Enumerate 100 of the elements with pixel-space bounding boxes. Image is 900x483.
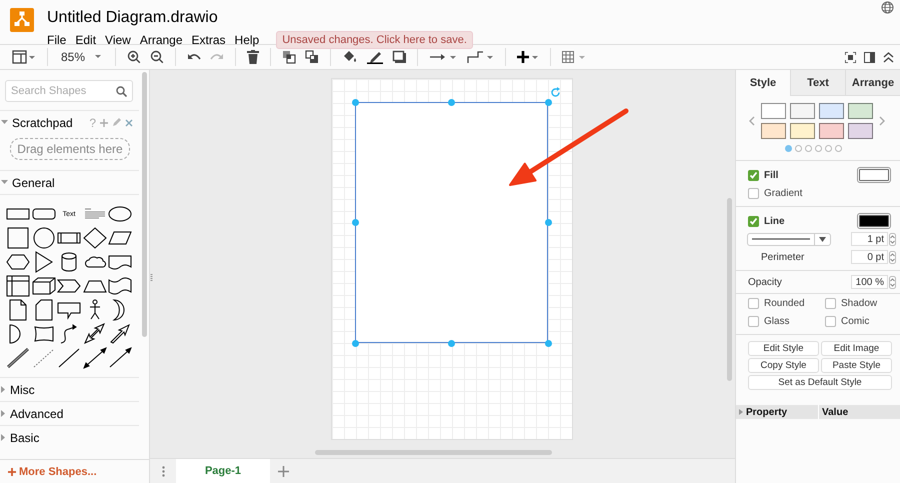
section-title[interactable]: Advanced <box>10 406 64 420</box>
circle-icon[interactable] <box>32 227 56 249</box>
fill-color-button[interactable] <box>857 167 891 183</box>
line-color-icon[interactable] <box>367 50 384 64</box>
splitter-handle-icon[interactable] <box>150 274 153 282</box>
layout-icon[interactable] <box>12 49 36 65</box>
stepper-icon[interactable] <box>889 250 896 264</box>
rectangle-shape[interactable] <box>355 102 548 343</box>
to-front-icon[interactable] <box>282 50 296 64</box>
style-swatch[interactable] <box>848 103 873 119</box>
page-dot[interactable] <box>805 145 812 152</box>
connection-arrow-icon[interactable] <box>429 52 458 62</box>
document-title[interactable]: Untitled Diagram.drawio <box>47 9 473 27</box>
page-dot[interactable] <box>825 145 832 152</box>
panel-tab[interactable]: Text <box>790 70 845 96</box>
style-swatch[interactable] <box>790 103 815 119</box>
style-swatch[interactable] <box>848 123 873 139</box>
more-shapes-link[interactable]: More Shapes... <box>19 466 97 478</box>
page-dot[interactable] <box>815 145 822 152</box>
style-swatch[interactable] <box>761 123 786 139</box>
line-label[interactable]: Line <box>764 216 785 226</box>
option-label[interactable]: Glass <box>764 316 790 326</box>
chevron-left-icon[interactable] <box>749 116 755 126</box>
style-button[interactable]: Edit Image <box>821 341 892 356</box>
plus-icon[interactable] <box>517 51 540 63</box>
add-icon[interactable] <box>100 118 108 126</box>
checkbox[interactable] <box>748 316 759 326</box>
style-swatch[interactable] <box>819 103 844 119</box>
close-icon[interactable] <box>125 118 133 126</box>
block-arrow-icon[interactable] <box>108 323 132 345</box>
internal-storage-icon[interactable] <box>6 275 30 297</box>
zoom-in-icon[interactable] <box>127 50 142 64</box>
to-back-icon[interactable] <box>305 50 320 64</box>
line-color-button[interactable] <box>857 213 891 229</box>
shadow-icon[interactable] <box>392 50 406 64</box>
checkbox[interactable] <box>748 188 759 198</box>
waypoint-icon[interactable] <box>466 50 494 64</box>
zoom-out-icon[interactable] <box>150 50 164 64</box>
section-title[interactable]: Basic <box>10 430 40 444</box>
caret-icon[interactable] <box>94 55 102 59</box>
globe-icon[interactable] <box>881 1 894 14</box>
menu-item[interactable]: Extras <box>192 31 232 49</box>
line-width-field[interactable]: 1 pt <box>851 232 888 246</box>
style-button[interactable]: Copy Style <box>748 358 819 373</box>
gradient-label[interactable]: Gradient <box>764 188 802 198</box>
checkbox[interactable] <box>825 316 836 326</box>
search-icon[interactable] <box>116 86 127 96</box>
style-swatch[interactable] <box>819 123 844 139</box>
double-headed-arrow-icon[interactable] <box>82 347 106 369</box>
style-swatch[interactable] <box>761 103 786 119</box>
stepper-icon[interactable] <box>889 232 896 246</box>
page-dot[interactable] <box>785 145 792 152</box>
fill-label[interactable]: Fill <box>764 170 778 180</box>
scrollbar[interactable] <box>142 72 147 337</box>
option-label[interactable]: Shadow <box>841 298 878 308</box>
checkbox[interactable] <box>748 170 759 180</box>
fill-color-icon[interactable] <box>342 50 358 64</box>
fullscreen-icon[interactable] <box>845 52 856 62</box>
format-panel-icon[interactable] <box>864 52 875 62</box>
add-page-icon[interactable] <box>278 466 288 476</box>
line-icon[interactable] <box>57 347 81 369</box>
panel-tab[interactable]: Arrange <box>845 70 900 96</box>
expand-icon[interactable] <box>739 409 743 415</box>
section-title[interactable]: Scratchpad <box>12 116 73 130</box>
chevron-right-icon[interactable] <box>879 116 885 126</box>
page-dot[interactable] <box>835 145 842 152</box>
style-button[interactable]: Set as Default Style <box>748 375 892 390</box>
style-swatch[interactable] <box>790 123 815 139</box>
arrow-icon[interactable] <box>108 347 132 369</box>
checkbox[interactable] <box>825 298 836 308</box>
line-style-dropdown[interactable] <box>747 232 831 246</box>
style-button[interactable]: Paste Style <box>821 358 892 373</box>
section-title[interactable]: Misc <box>10 382 35 396</box>
delete-icon[interactable] <box>247 50 260 64</box>
more-icon[interactable] <box>162 466 164 476</box>
menu-item[interactable]: View <box>105 31 137 49</box>
double-arrow-icon[interactable] <box>82 323 106 345</box>
checkbox[interactable] <box>748 298 759 308</box>
section-title[interactable]: General <box>12 176 55 190</box>
scrollbar[interactable] <box>727 198 732 381</box>
option-label[interactable]: Rounded <box>764 298 805 308</box>
tape-icon[interactable] <box>108 275 132 297</box>
menu-item[interactable]: Edit <box>75 31 102 49</box>
stepper-icon[interactable] <box>889 276 896 288</box>
page-tab[interactable]: Page-1 <box>176 459 270 483</box>
option-label[interactable]: Comic <box>841 316 870 326</box>
drawio-logo-icon[interactable] <box>10 8 34 32</box>
perimeter-field[interactable]: 0 pt <box>851 250 888 264</box>
menu-item[interactable]: File <box>47 31 72 49</box>
cube-icon[interactable] <box>32 275 56 297</box>
zoom-dropdown[interactable]: 85% <box>59 50 104 64</box>
checkbox[interactable] <box>748 216 759 226</box>
menu-item[interactable]: Arrange <box>140 31 189 49</box>
menu-item[interactable]: Help <box>234 31 266 49</box>
diamond-icon[interactable] <box>82 227 106 249</box>
collapse-icon[interactable] <box>883 52 894 62</box>
rotate-icon[interactable] <box>550 87 561 98</box>
scrollbar[interactable] <box>315 450 552 455</box>
opacity-field[interactable]: 100 % <box>851 275 888 289</box>
thick-line-icon[interactable] <box>6 347 30 369</box>
